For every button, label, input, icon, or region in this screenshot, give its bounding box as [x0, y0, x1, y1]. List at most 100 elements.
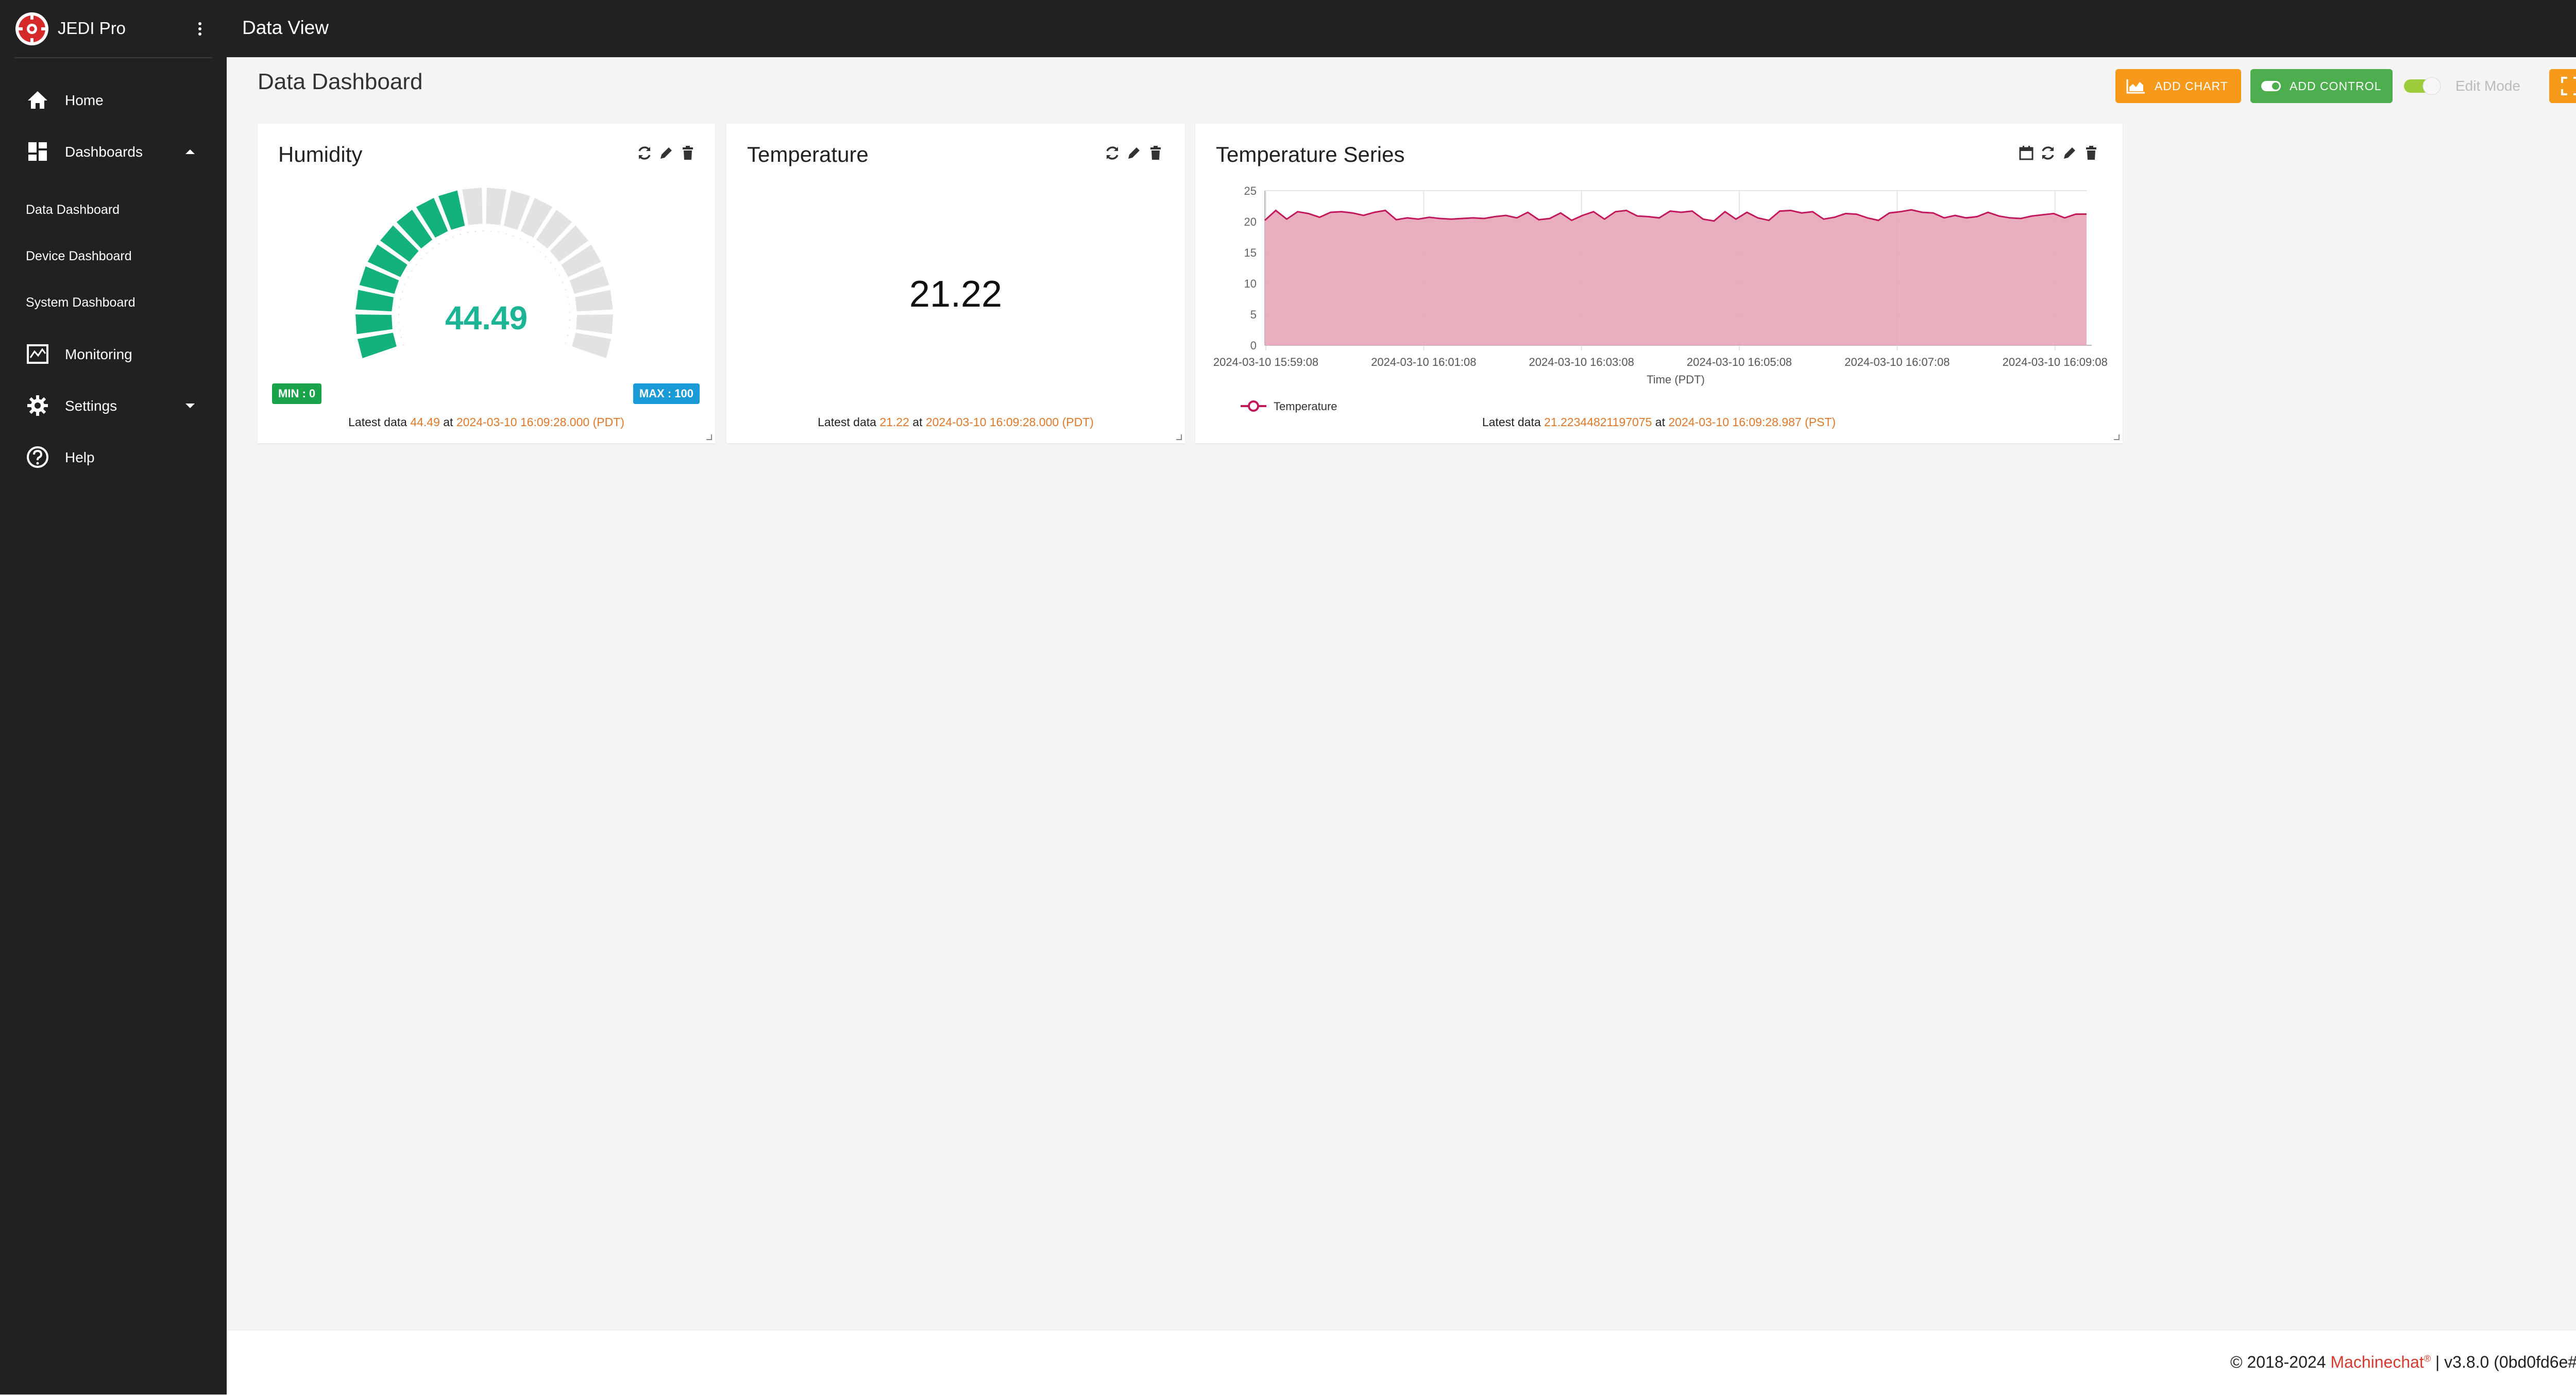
- footer-text: © 2018-2024 Machinechat® | v3.8.0 (0bd0f…: [2230, 1353, 2576, 1372]
- resize-handle-icon[interactable]: [1175, 433, 1182, 440]
- app-title: JEDI Pro: [58, 19, 126, 38]
- refresh-icon[interactable]: [2039, 144, 2057, 162]
- latest-time: 2024-03-10 16:09:28.000 (PDT): [925, 415, 1094, 429]
- toggle-icon: [2261, 81, 2281, 91]
- chevron-up-icon: [185, 149, 195, 154]
- latest-data: Latest data 44.49 at 2024-03-10 16:09:28…: [258, 415, 715, 429]
- y-tick-label: 5: [1250, 308, 1257, 321]
- edit-mode-label: Edit Mode: [2455, 78, 2521, 94]
- sidebar-item-dashboards[interactable]: Dashboards: [0, 131, 227, 172]
- y-tick-label: 20: [1244, 215, 1257, 228]
- y-tick-label: 10: [1244, 277, 1257, 290]
- humidity-title: Humidity: [278, 142, 363, 166]
- sidebar-item-label: Dashboards: [65, 144, 143, 160]
- card-tools: [1104, 144, 1164, 165]
- temperature-card: Temperature 21.22 Latest data 21.22 at 2…: [726, 124, 1185, 443]
- top-bar: JEDI Pro Data View: [0, 0, 2576, 57]
- footer-reg-mark: ®: [2424, 1353, 2431, 1364]
- edit-icon[interactable]: [1125, 144, 1143, 162]
- latest-data: Latest data 21.22 at 2024-03-10 16:09:28…: [726, 415, 1185, 429]
- footer-copyright: © 2018-2024: [2230, 1353, 2331, 1371]
- latest-prefix: Latest data: [818, 415, 880, 429]
- max-badge: MAX : 100: [633, 383, 700, 404]
- sidebar: Home Dashboards Data Dashboard Device Da…: [0, 57, 227, 1394]
- area-chart-icon: [2126, 79, 2145, 94]
- x-tick-label: 2024-03-10 16:05:08: [1687, 356, 1792, 368]
- series-title: Temperature Series: [1216, 142, 1405, 166]
- y-tick-label: 15: [1244, 246, 1257, 259]
- sidebar-item-home[interactable]: Home: [0, 79, 227, 121]
- y-tick-label: 25: [1244, 184, 1257, 197]
- x-tick-label: 2024-03-10 16:01:08: [1371, 356, 1476, 368]
- humidity-card: Humidity 44.49 MIN : 0 MAX : 100 Latest …: [258, 124, 715, 443]
- sidebar-item-settings[interactable]: Settings: [0, 385, 227, 426]
- trash-icon[interactable]: [679, 144, 697, 162]
- edit-icon[interactable]: [657, 144, 675, 162]
- x-axis-label: Time (PDT): [1647, 373, 1705, 386]
- sidebar-item-label: Monitoring: [65, 346, 132, 362]
- gauge-segment-empty: [462, 188, 483, 225]
- gauge-segment-empty: [486, 188, 506, 225]
- sidebar-item-help[interactable]: Help: [0, 436, 227, 478]
- sidebar-subitem-device-dashboard[interactable]: Device Dashboard: [0, 241, 227, 272]
- header-title: Data View: [242, 17, 329, 38]
- home-icon: [28, 91, 47, 109]
- sidebar-subitem-label: Data Dashboard: [26, 203, 120, 217]
- refresh-icon[interactable]: [636, 144, 653, 162]
- latest-time: 2024-03-10 16:09:28.987 (PST): [1668, 415, 1836, 429]
- card-tools: [636, 144, 697, 165]
- edit-mode-toggle[interactable]: [2403, 76, 2443, 96]
- x-tick-label: 2024-03-10 16:03:08: [1529, 356, 1634, 368]
- min-badge: MIN : 0: [272, 383, 322, 404]
- app-logo-icon: [15, 12, 48, 45]
- refresh-icon[interactable]: [1104, 144, 1121, 162]
- latest-value: 44.49: [410, 415, 440, 429]
- page-title: Data Dashboard: [258, 69, 423, 94]
- sidebar-item-label: Settings: [65, 398, 117, 414]
- resize-handle-icon[interactable]: [2112, 433, 2120, 440]
- temperature-series-card: Temperature Series 0 5 10 15 20 25 2024-03-10 …: [1195, 124, 2123, 443]
- trash-icon[interactable]: [2082, 144, 2100, 162]
- sidebar-subitem-data-dashboard[interactable]: Data Dashboard: [0, 194, 227, 225]
- more-vertical-icon[interactable]: [195, 18, 205, 40]
- humidity-value: 44.49: [445, 299, 528, 337]
- sidebar-subitem-label: System Dashboard: [26, 295, 135, 310]
- monitoring-icon: [27, 344, 48, 364]
- temperature-value: 21.22: [909, 274, 1003, 315]
- latest-value: 21.22344821197075: [1544, 415, 1652, 429]
- temperature-series-chart: 0 5 10 15 20 25 2024-03-10 15:59:08 2024-03-10 …: [1213, 184, 2108, 413]
- sidebar-divider: [14, 57, 212, 58]
- latest-time: 2024-03-10 16:09:28.000 (PDT): [456, 415, 624, 429]
- temperature-title: Temperature: [747, 142, 869, 166]
- calendar-icon[interactable]: [2018, 144, 2035, 162]
- x-tick-label: 2024-03-10 16:09:08: [2003, 356, 2108, 368]
- trash-icon[interactable]: [1147, 144, 1164, 162]
- legend-label[interactable]: Temperature: [1274, 400, 1337, 413]
- latest-prefix: Latest data: [1482, 415, 1545, 429]
- latest-at: at: [909, 415, 926, 429]
- footer: © 2018-2024 Machinechat® | v3.8.0 (0bd0f…: [227, 1330, 2576, 1395]
- add-control-label: ADD CONTROL: [2290, 79, 2382, 93]
- latest-value: 21.22: [879, 415, 909, 429]
- sidebar-subitem-system-dashboard[interactable]: System Dashboard: [0, 287, 227, 318]
- add-control-button[interactable]: ADD CONTROL: [2250, 69, 2393, 103]
- humidity-gauge: [355, 188, 613, 358]
- chevron-down-icon: [185, 404, 195, 408]
- latest-at: at: [1652, 415, 1669, 429]
- sidebar-subitem-label: Device Dashboard: [26, 249, 132, 263]
- fullscreen-button[interactable]: [2549, 69, 2576, 103]
- sidebar-item-monitoring[interactable]: Monitoring: [0, 333, 227, 375]
- dashboard-icon: [28, 142, 47, 161]
- x-tick-label: 2024-03-10 16:07:08: [1844, 356, 1950, 368]
- y-tick-label: 0: [1250, 339, 1257, 352]
- latest-data: Latest data 21.22344821197075 at 2024-03…: [1195, 415, 2123, 429]
- gear-icon: [27, 395, 48, 416]
- fullscreen-icon: [2561, 77, 2576, 95]
- footer-brand-link[interactable]: Machinechat: [2330, 1353, 2424, 1371]
- x-tick-label: 2024-03-10 15:59:08: [1213, 356, 1318, 368]
- add-chart-label: ADD CHART: [2155, 79, 2228, 93]
- edit-icon[interactable]: [2061, 144, 2078, 162]
- resize-handle-icon[interactable]: [705, 433, 712, 440]
- add-chart-button[interactable]: ADD CHART: [2115, 69, 2241, 103]
- latest-prefix: Latest data: [348, 415, 411, 429]
